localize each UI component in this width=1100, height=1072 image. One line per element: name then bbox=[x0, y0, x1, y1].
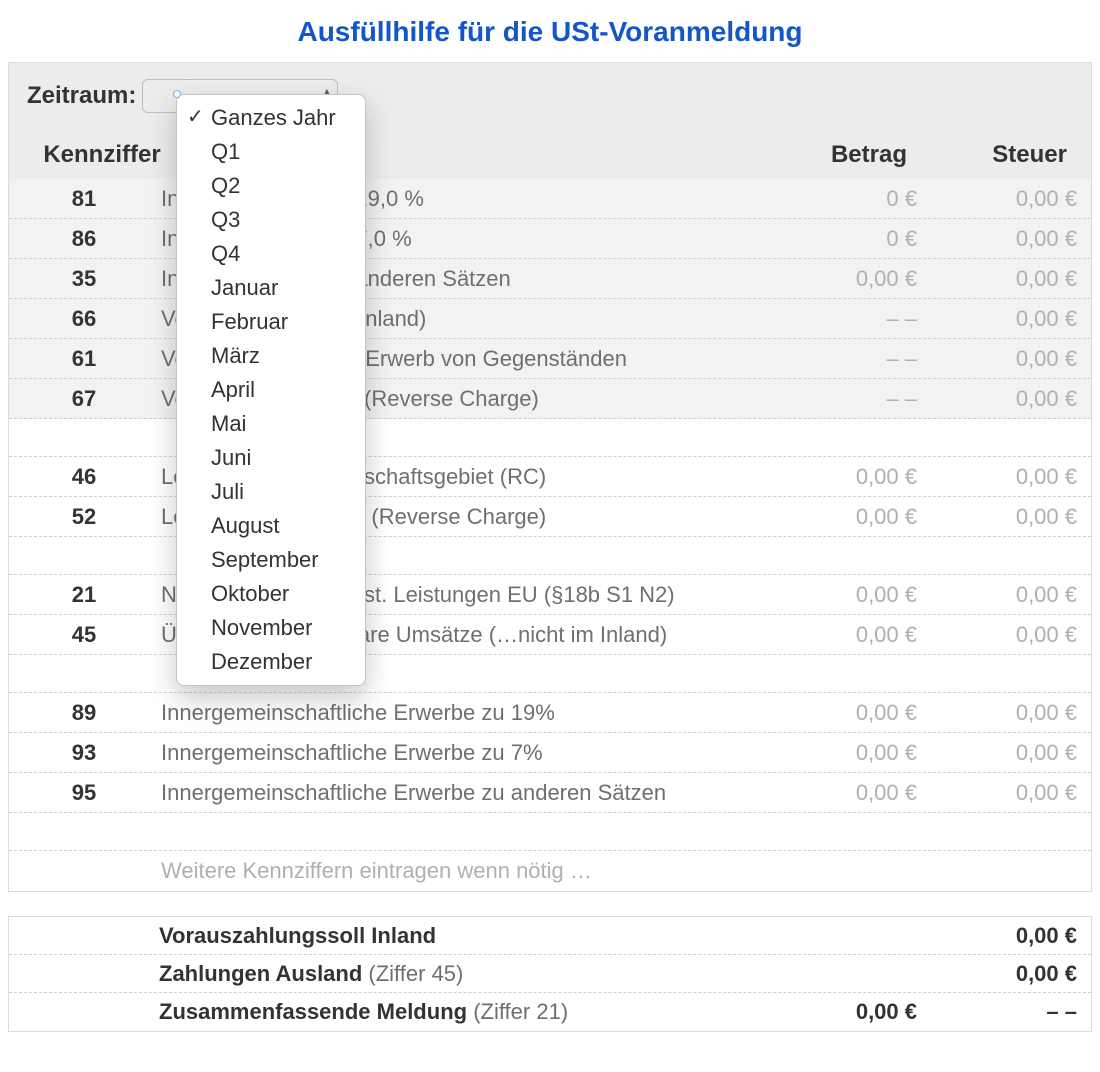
table-row: 89Innergemeinschaftliche Erwerbe zu 19%0… bbox=[9, 693, 1091, 733]
cell-kennziffer: 89 bbox=[9, 700, 159, 726]
cell-steuer: 0,00 € bbox=[931, 740, 1091, 766]
summary-row: Zusammenfassende Meldung (Ziffer 21)0,00… bbox=[9, 993, 1091, 1031]
table-row: 86Inland: Umsätze zu 7,0 %0 €0,00 € bbox=[9, 219, 1091, 259]
period-option[interactable]: Februar bbox=[177, 305, 365, 339]
summary-label: Vorauszahlungssoll Inland bbox=[159, 923, 771, 949]
cell-kennziffer: 46 bbox=[9, 464, 159, 490]
footer-note-row: Weitere Kennziffern eintragen wenn nötig… bbox=[9, 851, 1091, 891]
cell-kennziffer: 21 bbox=[9, 582, 159, 608]
summary-value-2: 0,00 € bbox=[931, 923, 1091, 949]
table-row: 93Innergemeinschaftliche Erwerbe zu 7%0,… bbox=[9, 733, 1091, 773]
cell-steuer: 0,00 € bbox=[931, 346, 1091, 372]
period-option[interactable]: Oktober bbox=[177, 577, 365, 611]
table-row: 46Leistungen / Gemeinschaftsgebiet (RC)0… bbox=[9, 457, 1091, 497]
cell-kennziffer: 67 bbox=[9, 386, 159, 412]
period-option[interactable]: Mai bbox=[177, 407, 365, 441]
cell-steuer: 0,00 € bbox=[931, 622, 1091, 648]
panel-header: Zeitraum: ▴▾ Kennziffer Betrag Steuer bbox=[9, 63, 1091, 179]
summary-panel: Vorauszahlungssoll Inland0,00 €Zahlungen… bbox=[8, 916, 1092, 1032]
table-row: 52Leistungen / Ausland (Reverse Charge)0… bbox=[9, 497, 1091, 537]
cell-steuer: 0,00 € bbox=[931, 386, 1091, 412]
col-steuer: Steuer bbox=[913, 141, 1073, 169]
period-option[interactable]: Q4 bbox=[177, 237, 365, 271]
summary-value-2: 0,00 € bbox=[931, 961, 1091, 987]
cell-steuer: 0,00 € bbox=[931, 266, 1091, 292]
spacer-row bbox=[9, 537, 1091, 575]
table-row: 35Inland: Umsätze zu anderen Sätzen0,00 … bbox=[9, 259, 1091, 299]
cell-kennziffer: 45 bbox=[9, 622, 159, 648]
col-kennziffer: Kennziffer bbox=[27, 141, 177, 169]
summary-label: Zusammenfassende Meldung (Ziffer 21) bbox=[159, 999, 771, 1025]
cell-betrag: 0,00 € bbox=[771, 780, 931, 806]
cell-betrag: 0,00 € bbox=[771, 582, 931, 608]
spacer-row bbox=[9, 419, 1091, 457]
cell-betrag: 0,00 € bbox=[771, 622, 931, 648]
period-option[interactable]: September bbox=[177, 543, 365, 577]
ust-panel: Zeitraum: ▴▾ Kennziffer Betrag Steuer 81… bbox=[8, 62, 1092, 892]
period-option[interactable]: März bbox=[177, 339, 365, 373]
cell-betrag: 0,00 € bbox=[771, 700, 931, 726]
cell-betrag: 0,00 € bbox=[771, 740, 931, 766]
period-option[interactable]: Q2 bbox=[177, 169, 365, 203]
cell-kennziffer: 61 bbox=[9, 346, 159, 372]
period-option[interactable]: Q3 bbox=[177, 203, 365, 237]
cell-kennziffer: 52 bbox=[9, 504, 159, 530]
cell-steuer: 0,00 € bbox=[931, 504, 1091, 530]
cell-kennziffer: 86 bbox=[9, 226, 159, 252]
cell-steuer: 0,00 € bbox=[931, 582, 1091, 608]
cell-betrag: – – bbox=[771, 346, 931, 372]
cell-betrag: 0 € bbox=[771, 186, 931, 212]
cell-betrag: 0 € bbox=[771, 226, 931, 252]
selection-handle-icon bbox=[173, 90, 181, 98]
cell-steuer: 0,00 € bbox=[931, 700, 1091, 726]
cell-betrag: 0,00 € bbox=[771, 266, 931, 292]
period-dropdown[interactable]: Ganzes JahrQ1Q2Q3Q4JanuarFebruarMärzApri… bbox=[176, 94, 366, 686]
cell-betrag: – – bbox=[771, 386, 931, 412]
cell-betrag: – – bbox=[771, 306, 931, 332]
cell-steuer: 0,00 € bbox=[931, 226, 1091, 252]
table-row: 95Innergemeinschaftliche Erwerbe zu ande… bbox=[9, 773, 1091, 813]
summary-row: Zahlungen Ausland (Ziffer 45) 0,00 € bbox=[9, 955, 1091, 993]
cell-betrag: 0,00 € bbox=[771, 464, 931, 490]
cell-steuer: 0,00 € bbox=[931, 464, 1091, 490]
col-betrag: Betrag bbox=[753, 141, 913, 169]
spacer-row bbox=[9, 655, 1091, 693]
cell-description: Innergemeinschaftliche Erwerbe zu andere… bbox=[159, 780, 771, 806]
period-option[interactable]: August bbox=[177, 509, 365, 543]
period-option[interactable]: Juli bbox=[177, 475, 365, 509]
cell-description: Innergemeinschaftliche Erwerbe zu 19% bbox=[159, 700, 771, 726]
cell-betrag: 0,00 € bbox=[771, 504, 931, 530]
summary-value-1: 0,00 € bbox=[771, 999, 931, 1025]
summary-row: Vorauszahlungssoll Inland 0,00 € bbox=[9, 917, 1091, 955]
cell-kennziffer: 35 bbox=[9, 266, 159, 292]
period-option[interactable]: Dezember bbox=[177, 645, 365, 679]
cell-kennziffer: 95 bbox=[9, 780, 159, 806]
period-option[interactable]: April bbox=[177, 373, 365, 407]
cell-kennziffer: 81 bbox=[9, 186, 159, 212]
cell-steuer: 0,00 € bbox=[931, 306, 1091, 332]
table-row: 21Nicht steuerbare sonst. Leistungen EU … bbox=[9, 575, 1091, 615]
table-row: 61Vorsteuer innergem. Erwerb von Gegenst… bbox=[9, 339, 1091, 379]
period-option[interactable]: Januar bbox=[177, 271, 365, 305]
period-option[interactable]: November bbox=[177, 611, 365, 645]
cell-steuer: 0,00 € bbox=[931, 186, 1091, 212]
table-row: 45Übrige nicht steuerbare Umsätze (…nich… bbox=[9, 615, 1091, 655]
table-row: 67Vorsteuer 13b UStG (Reverse Charge)– –… bbox=[9, 379, 1091, 419]
spacer-row bbox=[9, 813, 1091, 851]
period-label: Zeitraum: bbox=[27, 82, 136, 110]
summary-value-2: – – bbox=[931, 999, 1091, 1025]
cell-steuer: 0,00 € bbox=[931, 780, 1091, 806]
footer-note: Weitere Kennziffern eintragen wenn nötig… bbox=[159, 858, 771, 884]
table-row: 81Inland: Umsätze zu 19,0 %0 €0,00 € bbox=[9, 179, 1091, 219]
cell-kennziffer: 93 bbox=[9, 740, 159, 766]
table-row: 66Vorsteuer (aus dem Inland)– –0,00 € bbox=[9, 299, 1091, 339]
cell-description: Innergemeinschaftliche Erwerbe zu 7% bbox=[159, 740, 771, 766]
page-title: Ausfüllhilfe für die USt-Voranmeldung bbox=[8, 16, 1092, 48]
summary-label: Zahlungen Ausland (Ziffer 45) bbox=[159, 961, 771, 987]
period-option[interactable]: Q1 bbox=[177, 135, 365, 169]
cell-kennziffer: 66 bbox=[9, 306, 159, 332]
period-option[interactable]: Juni bbox=[177, 441, 365, 475]
period-option[interactable]: Ganzes Jahr bbox=[177, 101, 365, 135]
